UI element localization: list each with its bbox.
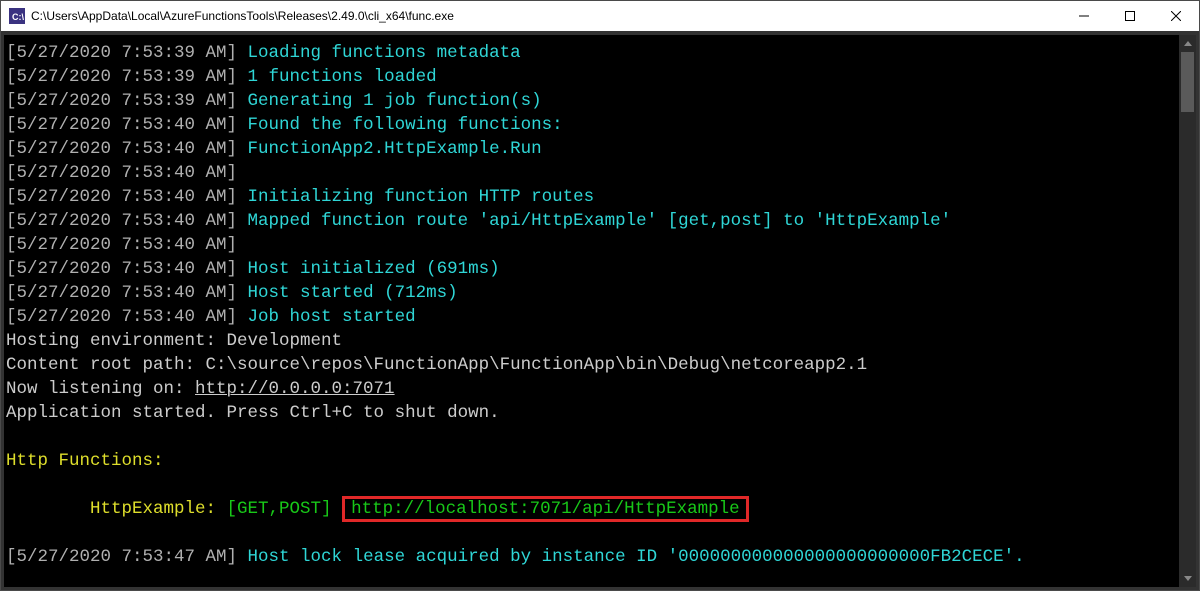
titlebar[interactable]: C:\ C:\Users\AppData\Local\AzureFunction… — [1, 1, 1199, 32]
scroll-down-button[interactable] — [1179, 570, 1196, 587]
http-example-url: http://localhost:7071/api/HttpExample — [342, 496, 749, 522]
scroll-up-button[interactable] — [1179, 35, 1196, 52]
close-button[interactable] — [1153, 1, 1199, 31]
window-controls — [1061, 1, 1199, 31]
app-window: C:\ C:\Users\AppData\Local\AzureFunction… — [0, 0, 1200, 591]
minimize-button[interactable] — [1061, 1, 1107, 31]
svg-text:C:\: C:\ — [12, 12, 24, 22]
maximize-button[interactable] — [1107, 1, 1153, 31]
scrollbar-vertical[interactable] — [1179, 35, 1196, 587]
scroll-thumb[interactable] — [1181, 52, 1194, 112]
window-title: C:\Users\AppData\Local\AzureFunctionsToo… — [31, 9, 454, 23]
terminal-output[interactable]: [5/27/2020 7:53:39 AM] Loading functions… — [4, 35, 1179, 587]
terminal-container: [5/27/2020 7:53:39 AM] Loading functions… — [1, 31, 1199, 590]
scroll-track[interactable] — [1179, 52, 1196, 570]
app-icon: C:\ — [9, 8, 25, 24]
